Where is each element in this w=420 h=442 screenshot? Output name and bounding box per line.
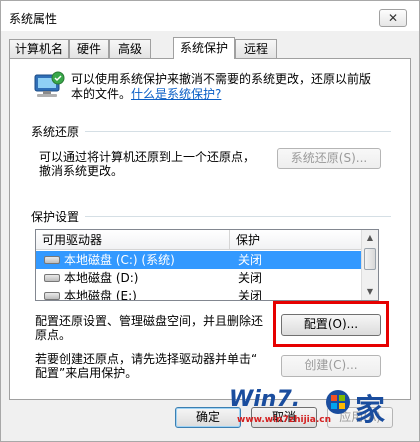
table-row[interactable]: 本地磁盘 (D:) 关闭 (36, 269, 366, 287)
scroll-down-arrow-icon[interactable]: ▼ (362, 284, 378, 300)
column-header-protection[interactable]: 保护 (230, 230, 362, 250)
create-desc-line1: 若要创建还原点，请先选择驱动器并单击“ (35, 352, 258, 366)
watermark-site: www.win7zhijia.cn (237, 415, 331, 425)
system-protection-icon (34, 71, 65, 97)
scroll-thumb[interactable] (364, 248, 376, 270)
close-button[interactable]: ✕ (379, 9, 407, 27)
configure-desc-line1: 配置还原设置、管理磁盘空间，并且删除还 (35, 314, 264, 328)
watermark: Win7. www.win7zhijia.cn 家 (227, 385, 413, 429)
system-restore-desc-line2: 撤消系统更改。 (39, 164, 124, 178)
tab-remote[interactable]: 远程 (235, 39, 277, 58)
tab-advanced[interactable]: 高级 (109, 39, 151, 58)
watermark-char: 家 (355, 393, 385, 428)
system-properties-dialog: 系统属性 ✕ 计算机名 硬件 高级 系统保护 远程 可以使用系统保护来撤消不需要… (0, 0, 420, 442)
drives-list[interactable]: 可用驱动器 保护 本地磁盘 (C:) (系统) 关闭 本地磁盘 (D:) 关闭 … (35, 229, 379, 301)
system-restore-button[interactable]: 系统还原(S)... (277, 148, 381, 169)
group-divider (85, 216, 391, 217)
highlight-annotation (273, 301, 389, 347)
windows-logo-icon (326, 390, 350, 414)
table-row[interactable]: 本地磁盘 (C:) (系统) 关闭 (36, 251, 366, 269)
scroll-up-arrow-icon[interactable]: ▲ (362, 230, 378, 246)
title-bar: 系统属性 ✕ (1, 1, 419, 31)
protection-status: 关闭 (238, 271, 263, 285)
table-row[interactable]: 本地磁盘 (E:) 关闭 (36, 287, 366, 301)
drive-name: 本地磁盘 (E:) (64, 289, 137, 301)
system-restore-desc-line1: 可以通过将计算机还原到上一个还原点， (39, 150, 256, 164)
drive-name: 本地磁盘 (D:) (64, 271, 139, 285)
protection-status: 关闭 (238, 253, 263, 267)
configure-desc-line2: 原点。 (35, 328, 72, 342)
create-desc-line2: 配置”来启用保护。 (35, 366, 138, 380)
tab-system-protection[interactable]: 系统保护 (173, 37, 235, 59)
system-restore-heading: 系统还原 (31, 125, 80, 139)
protection-status: 关闭 (238, 289, 263, 301)
protection-settings-heading: 保护设置 (31, 210, 80, 224)
tab-hardware[interactable]: 硬件 (69, 39, 109, 58)
column-header-drive[interactable]: 可用驱动器 (36, 230, 230, 250)
hard-disk-icon (44, 256, 60, 264)
drive-name: 本地磁盘 (C:) (系统) (64, 253, 175, 267)
tab-strip: 计算机名 硬件 高级 系统保护 远程 (9, 37, 411, 59)
watermark-brand: Win7. (229, 387, 301, 412)
vertical-scrollbar[interactable]: ▲ ▼ (361, 230, 378, 300)
intro-text-line1: 可以使用系统保护来撤消不需要的系统更改，还原以前版 (71, 72, 372, 86)
window-title: 系统属性 (9, 12, 58, 26)
create-button[interactable]: 创建(C)... (281, 355, 381, 377)
hard-disk-icon (44, 292, 60, 300)
what-is-system-protection-link[interactable]: 什么是系统保护? (131, 87, 221, 102)
intro-text-line2: 本的文件。 (71, 87, 132, 101)
group-divider (85, 131, 391, 132)
hard-disk-icon (44, 274, 60, 282)
tab-computer-name[interactable]: 计算机名 (9, 39, 69, 58)
